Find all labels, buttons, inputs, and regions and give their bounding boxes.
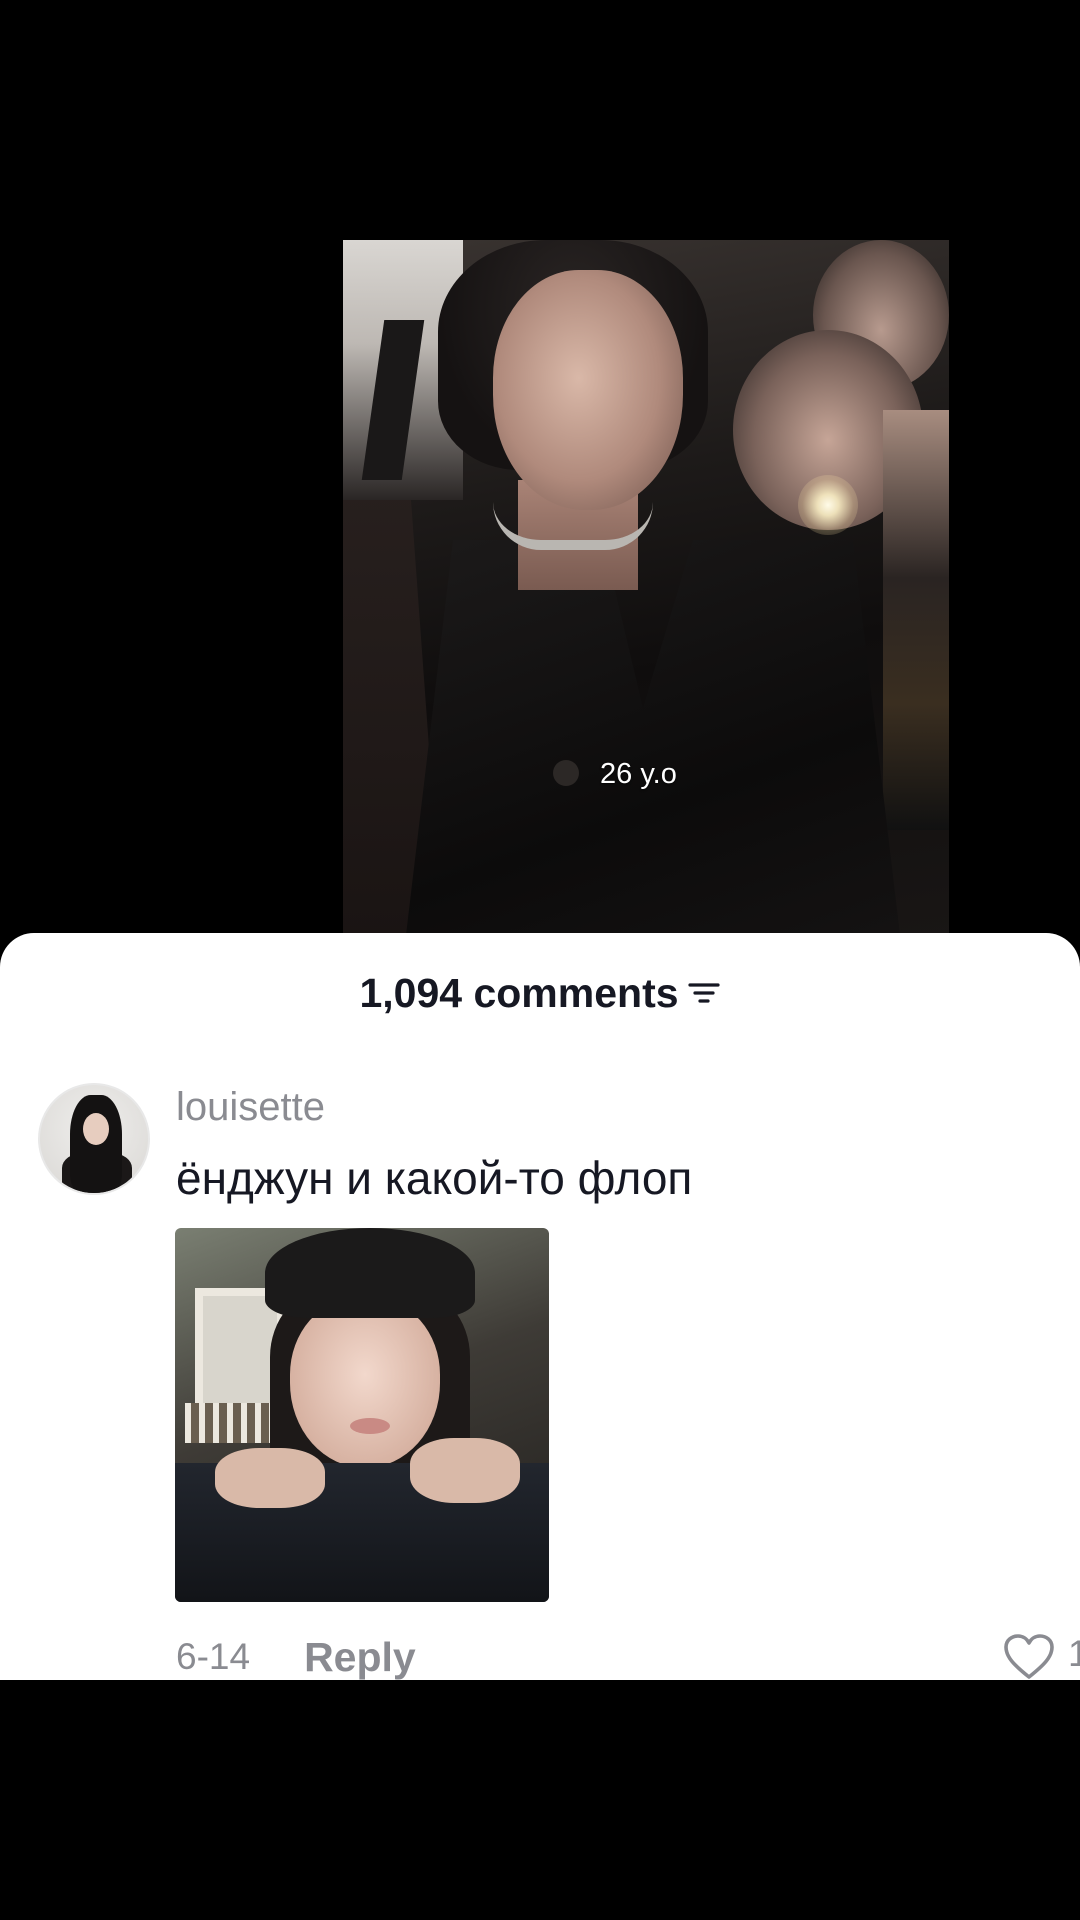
filter-icon[interactable]: [687, 978, 721, 1008]
comment-image-shape: [215, 1448, 325, 1508]
screen: 26 y.o 1,094 comments louisette ёнджун и…: [0, 0, 1080, 1920]
comment-count: 1,094 comments: [359, 969, 679, 1016]
comment-text: ёнджун и какой-то флоп: [176, 1152, 693, 1204]
avatar[interactable]: [38, 1083, 150, 1195]
video-frame[interactable]: [343, 240, 949, 940]
like-count: 1: [1068, 1633, 1080, 1674]
video-figure-shape: [493, 502, 653, 550]
comment-image-shape: [410, 1438, 520, 1503]
video-figure-shape: [553, 760, 579, 786]
comment-image-shape: [290, 1298, 440, 1468]
comments-sheet: 1,094 comments louisette ёнджун и какой-…: [0, 933, 1080, 1680]
avatar-figure-shape: [83, 1113, 109, 1145]
comment-image-shape: [265, 1228, 475, 1318]
comment-username[interactable]: louisette: [176, 1085, 325, 1130]
comment-image-shape: [350, 1418, 390, 1434]
video-figure-shape: [883, 410, 949, 830]
reply-button[interactable]: Reply: [304, 1634, 416, 1681]
video-caption: 26 y.o: [600, 758, 677, 790]
video-light-glare: [798, 475, 858, 535]
comments-header: 1,094 comments: [0, 963, 1080, 1023]
video-figure-shape: [493, 270, 683, 510]
comment-date: 6-14: [176, 1636, 251, 1677]
heart-outline-icon[interactable]: [1002, 1633, 1056, 1681]
comment-image[interactable]: [175, 1228, 549, 1602]
video-figure-shape: [403, 540, 903, 940]
comment-meta: 6-14 Reply: [176, 1633, 416, 1681]
